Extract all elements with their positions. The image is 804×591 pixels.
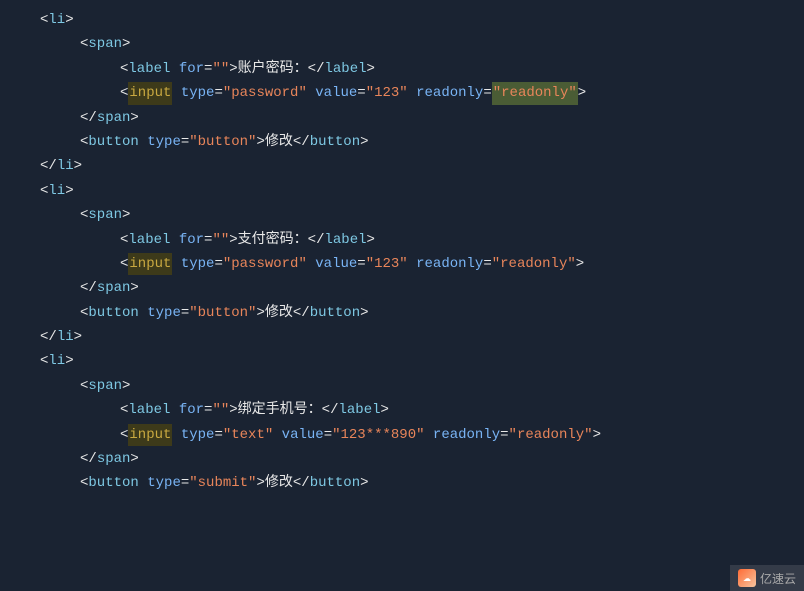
watermark: ☁ 亿速云 [730, 565, 804, 591]
code-line-8: <li> [0, 179, 804, 203]
bracket: < [40, 9, 48, 31]
code-line-4: <input type="password" value="123" reado… [0, 81, 804, 105]
code-line-19: </span> [0, 447, 804, 471]
code-line-16: <span> [0, 374, 804, 398]
tag-name: li [48, 9, 65, 31]
code-line-9: <span> [0, 203, 804, 227]
code-line-17: <label for="">绑定手机号：</label> [0, 398, 804, 422]
code-line-5: </span> [0, 106, 804, 130]
code-line-20: <button type="submit">修改</button> [0, 471, 804, 495]
code-line-15: <li> [0, 349, 804, 373]
input-tag-3: input [128, 424, 172, 446]
code-line-13: <button type="button">修改</button> [0, 301, 804, 325]
code-line-3: <label for="">账户密码：</label> [0, 57, 804, 81]
code-line-12: </span> [0, 276, 804, 300]
watermark-text: 亿速云 [760, 570, 796, 587]
readonly-value-1: "readonly" [492, 82, 578, 104]
code-line-7: </li> [0, 154, 804, 178]
bracket: < [80, 33, 88, 55]
code-line-10: <label for="">支付密码：</label> [0, 228, 804, 252]
code-line-6: <button type="button">修改</button> [0, 130, 804, 154]
code-line-2: <span> [0, 32, 804, 56]
bracket: > [65, 9, 73, 31]
code-line-18: <input type="text" value="123***890" rea… [0, 423, 804, 447]
code-line-1: <li> [0, 8, 804, 32]
code-editor: <li> <span> <label for="">账户密码：</label> … [0, 0, 804, 591]
input-tag-1: input [128, 82, 172, 104]
bracket: > [122, 33, 130, 55]
code-line-14: </li> [0, 325, 804, 349]
watermark-icon: ☁ [738, 569, 756, 587]
input-tag-2: input [128, 253, 172, 275]
tag-name: span [88, 33, 122, 55]
code-line-11: <input type="password" value="123" reado… [0, 252, 804, 276]
